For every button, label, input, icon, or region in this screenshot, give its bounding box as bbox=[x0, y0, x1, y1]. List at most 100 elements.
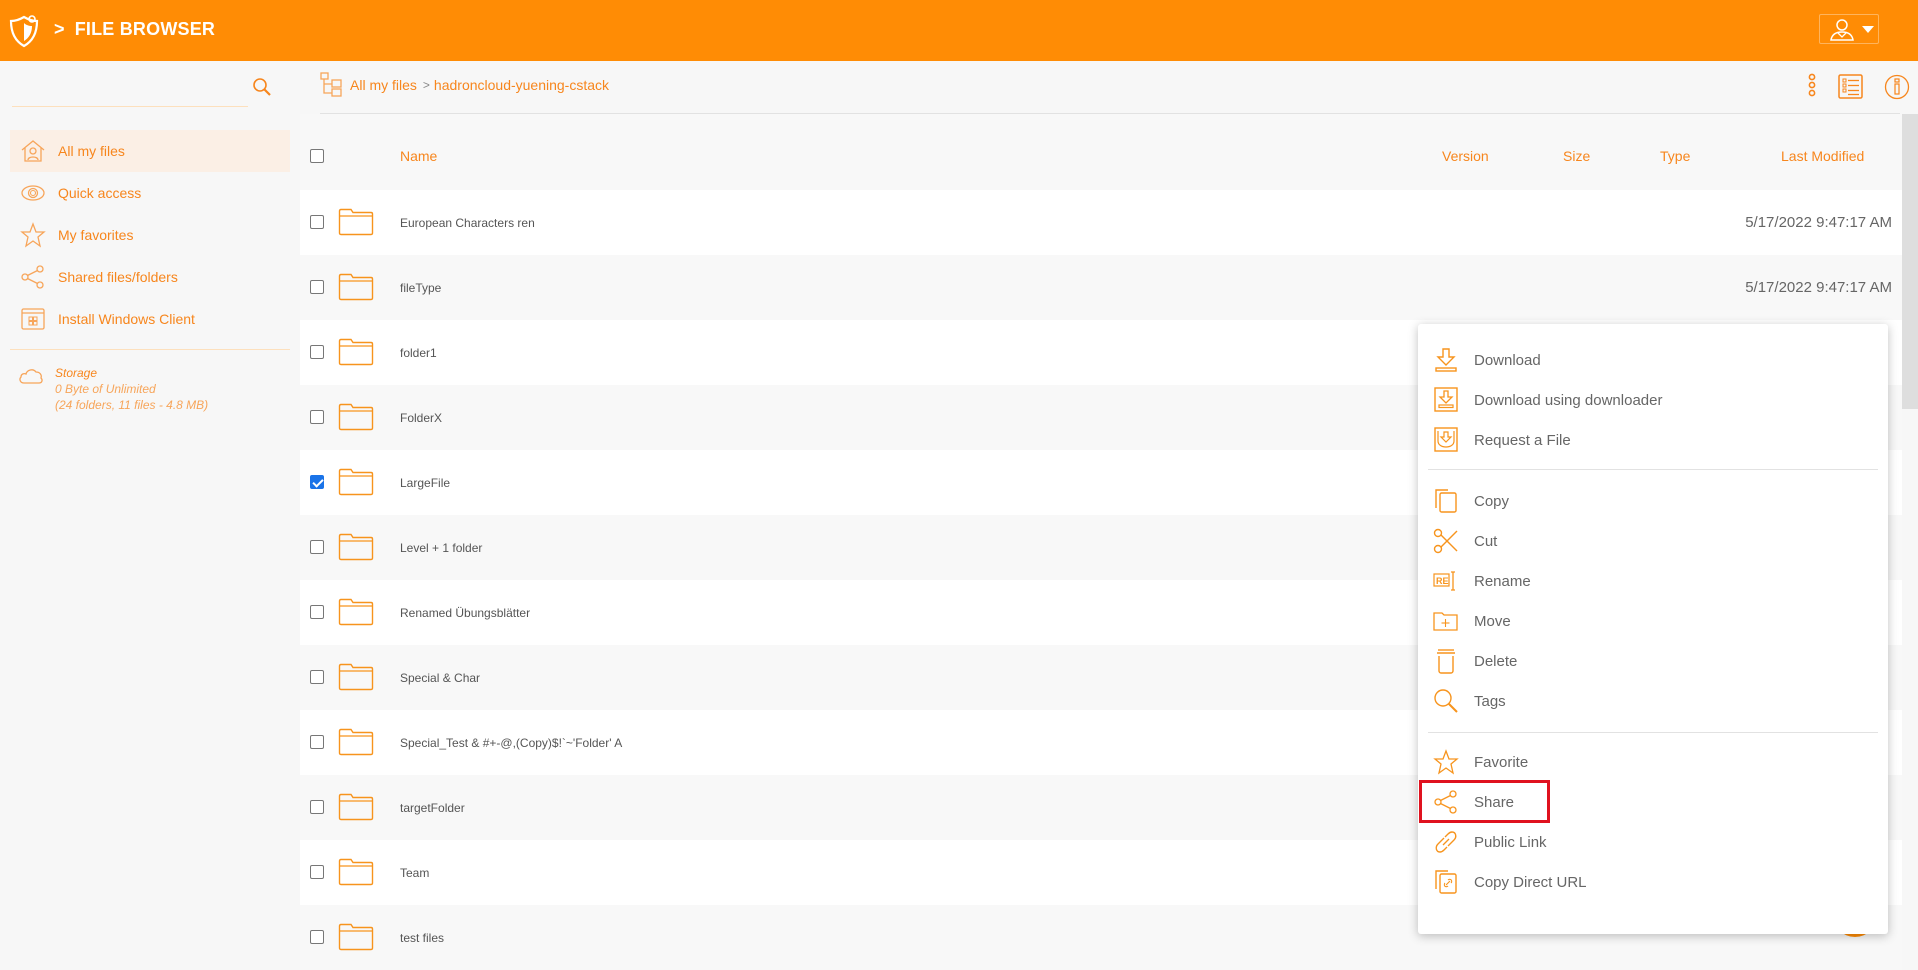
file-name[interactable]: FolderX bbox=[400, 411, 442, 425]
file-name[interactable]: folder1 bbox=[400, 346, 437, 360]
scissors-icon bbox=[1432, 527, 1460, 555]
user-menu-button[interactable] bbox=[1819, 14, 1879, 44]
menu-divider bbox=[1428, 732, 1878, 733]
folder-icon bbox=[338, 208, 374, 236]
eye-icon bbox=[20, 180, 46, 206]
sidebar-item-all-my-files[interactable]: All my files bbox=[10, 130, 290, 172]
file-name[interactable]: Team bbox=[400, 866, 429, 880]
menu-item-download-using-downloader[interactable]: Download using downloader bbox=[1418, 380, 1888, 420]
shield-logo-icon[interactable] bbox=[8, 14, 40, 48]
file-name[interactable]: Level + 1 folder bbox=[400, 541, 482, 555]
column-size[interactable]: Size bbox=[1563, 148, 1590, 164]
file-name[interactable]: LargeFile bbox=[400, 476, 450, 490]
share-highlight-box bbox=[1419, 780, 1550, 823]
row-checkbox[interactable] bbox=[310, 930, 324, 944]
app-title-text: FILE BROWSER bbox=[74, 19, 216, 39]
file-name[interactable]: Renamed Übungsblätter bbox=[400, 606, 530, 620]
menu-item-label: Download bbox=[1474, 351, 1541, 369]
row-checkbox[interactable] bbox=[310, 670, 324, 684]
info-icon[interactable] bbox=[1884, 70, 1910, 102]
column-name[interactable]: Name bbox=[400, 148, 437, 164]
menu-item-label: Public Link bbox=[1474, 833, 1547, 851]
select-all-checkbox[interactable] bbox=[310, 149, 324, 163]
breadcrumb-current[interactable]: hadroncloud-yuening-cstack bbox=[434, 77, 609, 93]
sidebar-divider bbox=[10, 349, 290, 350]
menu-divider bbox=[1428, 469, 1878, 470]
file-name[interactable]: European Characters ren bbox=[400, 216, 535, 230]
table-row[interactable]: European Characters ren 5/17/2022 9:47:17… bbox=[300, 190, 1902, 255]
folder-icon bbox=[338, 273, 374, 301]
breadcrumb-separator: > bbox=[422, 78, 430, 92]
row-checkbox[interactable] bbox=[310, 475, 324, 489]
file-name[interactable]: Special_Test & #+-@,(Copy)$!`~'Folder' A bbox=[400, 736, 622, 750]
breadcrumb: All my files > hadroncloud-yuening-cstac… bbox=[320, 70, 609, 100]
sidebar-item-my-favorites[interactable]: My favorites bbox=[10, 214, 290, 256]
request-file-icon bbox=[1432, 426, 1460, 454]
folder-icon bbox=[338, 663, 374, 691]
row-checkbox[interactable] bbox=[310, 215, 324, 229]
menu-item-tags[interactable]: Tags bbox=[1418, 681, 1888, 721]
row-checkbox[interactable] bbox=[310, 345, 324, 359]
copy-url-icon bbox=[1432, 868, 1460, 896]
sidebar-item-install-windows-client[interactable]: Install Windows Client bbox=[10, 298, 290, 340]
menu-item-move[interactable]: Move bbox=[1418, 601, 1888, 641]
menu-item-label: Copy Direct URL bbox=[1474, 873, 1587, 891]
sidebar-item-shared[interactable]: Shared files/folders bbox=[10, 256, 290, 298]
file-name[interactable]: test files bbox=[400, 931, 444, 945]
menu-item-copy-direct-url[interactable]: Copy Direct URL bbox=[1418, 862, 1888, 902]
chevron-down-icon bbox=[1862, 26, 1874, 33]
app-title: > FILE BROWSER bbox=[54, 19, 216, 39]
tag-search-icon bbox=[1432, 687, 1460, 715]
menu-item-favorite[interactable]: Favorite bbox=[1418, 742, 1888, 782]
file-modified: 5/17/2022 9:47:17 AM bbox=[1745, 214, 1892, 231]
row-checkbox[interactable] bbox=[310, 865, 324, 879]
search-input[interactable] bbox=[12, 69, 232, 105]
file-modified: 5/17/2022 9:47:17 AM bbox=[1745, 279, 1892, 296]
file-name[interactable]: Special & Char bbox=[400, 671, 480, 685]
downloader-icon bbox=[1432, 386, 1460, 414]
column-type[interactable]: Type bbox=[1660, 148, 1690, 164]
search-field-wrapper bbox=[12, 69, 248, 107]
folder-icon bbox=[338, 923, 374, 951]
storage-usage: 0 Byte of Unlimited bbox=[55, 382, 156, 396]
list-view-icon[interactable] bbox=[1838, 70, 1864, 102]
table-header: Name Version Size Type Last Modified bbox=[300, 114, 1902, 190]
column-last-modified[interactable]: Last Modified bbox=[1781, 148, 1864, 164]
menu-item-download[interactable]: Download bbox=[1418, 340, 1888, 380]
row-checkbox[interactable] bbox=[310, 410, 324, 424]
storage-label: Storage bbox=[55, 366, 98, 380]
menu-item-cut[interactable]: Cut bbox=[1418, 521, 1888, 561]
breadcrumb-root[interactable]: All my files bbox=[350, 77, 417, 93]
menu-item-public-link[interactable]: Public Link bbox=[1418, 822, 1888, 862]
menu-item-request-a-file[interactable]: Request a File bbox=[1418, 420, 1888, 460]
sidebar-item-label: All my files bbox=[58, 143, 125, 159]
star-icon bbox=[1432, 748, 1460, 776]
file-name[interactable]: fileType bbox=[400, 281, 441, 295]
table-row[interactable]: fileType 5/17/2022 9:47:17 AM bbox=[300, 255, 1902, 320]
folder-icon bbox=[338, 728, 374, 756]
scrollbar-thumb[interactable] bbox=[1902, 114, 1918, 409]
menu-item-copy[interactable]: Copy bbox=[1418, 481, 1888, 521]
row-checkbox[interactable] bbox=[310, 605, 324, 619]
row-checkbox[interactable] bbox=[310, 735, 324, 749]
row-checkbox[interactable] bbox=[310, 540, 324, 554]
scrollbar[interactable] bbox=[1902, 114, 1918, 966]
menu-item-delete[interactable]: Delete bbox=[1418, 641, 1888, 681]
sidebar-item-quick-access[interactable]: Quick access bbox=[10, 172, 290, 214]
more-vertical-icon[interactable] bbox=[1806, 70, 1818, 102]
rename-icon: RE bbox=[1432, 567, 1460, 595]
menu-item-label: Delete bbox=[1474, 652, 1518, 670]
sidebar: All my files Quick access My favorites S… bbox=[0, 61, 298, 966]
menu-item-label: Download using downloader bbox=[1474, 391, 1663, 409]
row-checkbox[interactable] bbox=[310, 280, 324, 294]
share-icon bbox=[20, 264, 46, 290]
star-icon bbox=[20, 222, 46, 248]
row-checkbox[interactable] bbox=[310, 800, 324, 814]
windows-client-icon bbox=[20, 306, 46, 332]
column-version[interactable]: Version bbox=[1442, 148, 1489, 164]
app-header: > FILE BROWSER bbox=[0, 0, 1918, 61]
menu-item-rename[interactable]: RE Rename bbox=[1418, 561, 1888, 601]
menu-item-label: Favorite bbox=[1474, 753, 1529, 771]
file-name[interactable]: targetFolder bbox=[400, 801, 465, 815]
search-icon[interactable] bbox=[252, 77, 272, 97]
